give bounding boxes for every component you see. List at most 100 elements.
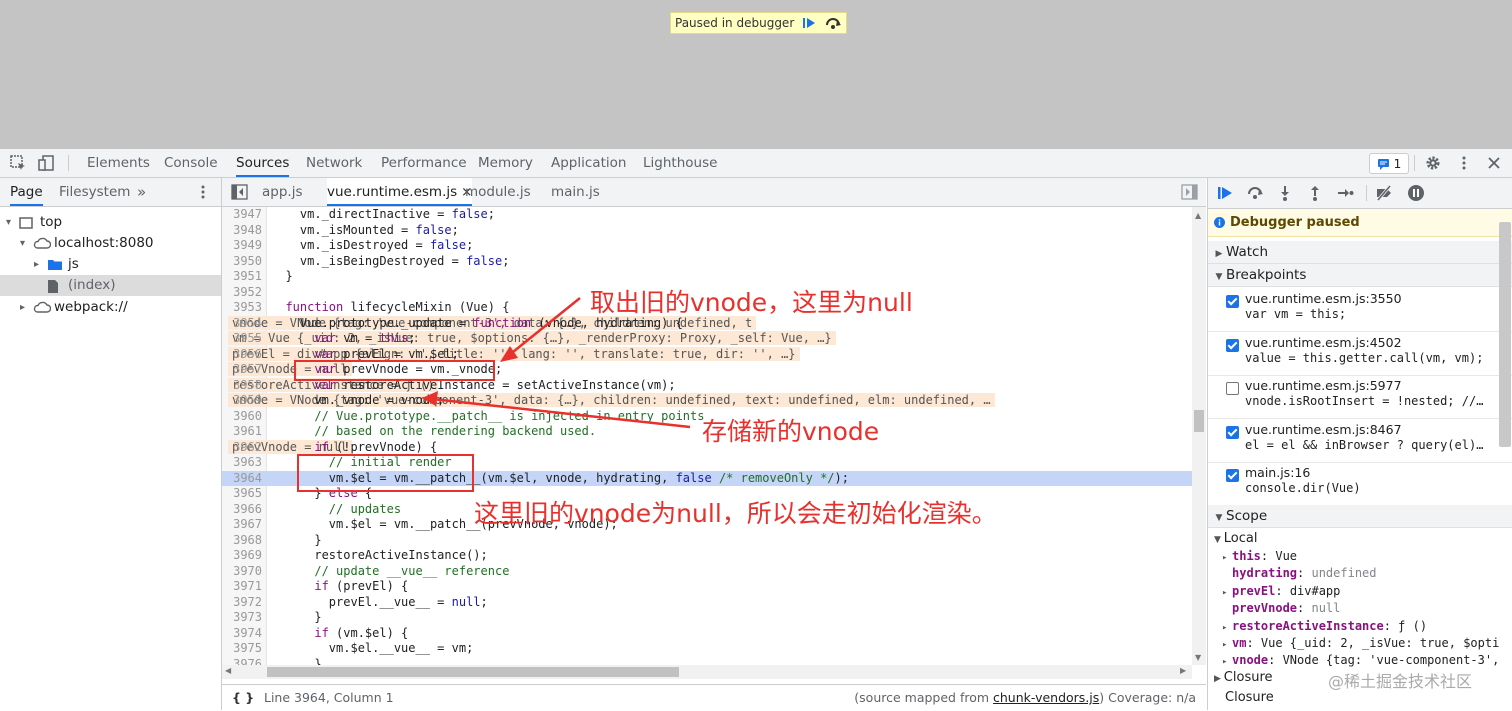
settings-gear-icon[interactable] [1424, 154, 1442, 172]
scope-closure-header-2[interactable]: Closure [1225, 689, 1274, 706]
tree-arrow-icon[interactable]: ▸ [34, 254, 39, 275]
toggle-debugger-icon[interactable] [1181, 184, 1198, 200]
tab-console[interactable]: Console [164, 149, 218, 177]
line-number[interactable]: 3954 [222, 316, 262, 332]
code-line[interactable]: 3971 if (prevEl) { [222, 579, 1192, 595]
pretty-print-icon[interactable]: { } [232, 685, 254, 711]
breakpoint-location[interactable]: vue.runtime.esm.js:3550 [1245, 291, 1402, 306]
code-line[interactable]: 3968 } [222, 533, 1192, 549]
tab-memory[interactable]: Memory [478, 149, 533, 177]
step-into-icon[interactable] [1276, 184, 1294, 202]
tree-arrow-icon[interactable]: ▾ [20, 233, 25, 254]
close-devtools-icon[interactable] [1485, 154, 1503, 172]
step-icon[interactable] [1336, 184, 1354, 202]
code-line[interactable]: 3969 restoreActiveInstance(); [222, 548, 1192, 564]
line-number[interactable]: 3963 [222, 455, 262, 471]
breakpoint-location[interactable]: main.js:16 [1245, 465, 1310, 480]
line-number[interactable]: 3953 [222, 300, 262, 316]
line-number[interactable]: 3969 [222, 548, 262, 564]
scroll-up-icon[interactable]: ▲ [1195, 211, 1201, 220]
breakpoint-location[interactable]: vue.runtime.esm.js:4502 [1245, 335, 1402, 350]
breakpoint-checkbox[interactable] [1226, 469, 1239, 482]
line-number[interactable]: 3974 [222, 626, 262, 642]
breakpoint-item[interactable]: main.js:16 console.dir(Vue) [1208, 462, 1512, 506]
line-number[interactable]: 3964 [222, 471, 262, 487]
scroll-right-icon[interactable]: ▶ [1180, 666, 1186, 675]
editor-tab-vue-runtime-esm-js[interactable]: vue.runtime.esm.js × [327, 178, 473, 206]
breakpoint-checkbox[interactable] [1226, 425, 1239, 439]
tab-elements[interactable]: Elements [87, 149, 150, 177]
breakpoint-item[interactable]: vue.runtime.esm.js:4502 value = this.gett… [1208, 332, 1512, 376]
editor-tab-main-js[interactable]: main.js [551, 178, 600, 206]
resume-script-icon[interactable] [1216, 184, 1234, 202]
line-number[interactable]: 3951 [222, 269, 262, 285]
scroll-left-icon[interactable]: ◀ [225, 666, 231, 675]
line-number[interactable]: 3950 [222, 254, 262, 270]
issues-badge[interactable]: 1 [1369, 153, 1409, 174]
line-number[interactable]: 3960 [222, 409, 262, 425]
tab-sources[interactable]: Sources [236, 149, 290, 177]
line-number[interactable]: 3973 [222, 610, 262, 626]
line-number[interactable]: 3961 [222, 424, 262, 440]
code-line[interactable]: 3975 vm.$el.__vue__ = vm; [222, 641, 1192, 657]
breakpoint-location[interactable]: vue.runtime.esm.js:5977 [1245, 378, 1402, 393]
tree-item-index[interactable]: (index) [0, 275, 221, 296]
code-line[interactable]: 3955 var vm = this; vm = Vue {_uid: 2, _i… [222, 331, 1192, 347]
line-number[interactable]: 3958 [222, 378, 262, 394]
tab-lighthouse[interactable]: Lighthouse [643, 149, 717, 177]
watch-section-header[interactable]: ▶ Watch [1208, 241, 1512, 264]
code-line[interactable]: 3974 if (vm.$el) { [222, 626, 1192, 642]
inspect-element-icon[interactable] [9, 154, 27, 172]
breakpoint-item[interactable]: vue.runtime.esm.js:8467 el = el && inBrow… [1208, 419, 1512, 463]
scope-var-hydrating[interactable]: hydrating: undefined [1222, 565, 1377, 582]
code-line[interactable]: 3948 vm._isMounted = false; [222, 223, 1192, 239]
tree-item-localhost-8080[interactable]: ▾ localhost:8080 [0, 233, 221, 254]
scope-closure-header[interactable]: ▶ Closure [1214, 669, 1273, 686]
line-number[interactable]: 3949 [222, 238, 262, 254]
editor-tab-module-js[interactable]: module.js [465, 178, 531, 206]
tab-application[interactable]: Application [551, 149, 626, 177]
code-line[interactable]: 3970 // update __vue__ reference [222, 564, 1192, 580]
tab-performance[interactable]: Performance [381, 149, 467, 177]
line-number[interactable]: 3957 [222, 362, 262, 378]
code-line[interactable]: 3976 } [222, 657, 1192, 666]
navigator-menu-icon[interactable] [196, 184, 210, 200]
step-over-icon[interactable] [824, 16, 842, 30]
tree-item-webpack[interactable]: ▸ webpack:// [0, 297, 221, 318]
scope-var-restoreactiveinstance[interactable]: ▸ restoreActiveInstance: ƒ () [1222, 618, 1427, 635]
scope-var-vm[interactable]: ▸ vm: Vue {_uid: 2, _isVue: true, $opti [1222, 635, 1499, 652]
breakpoint-checkbox[interactable] [1226, 382, 1239, 395]
device-toolbar-icon[interactable] [37, 154, 55, 172]
line-number[interactable]: 3956 [222, 347, 262, 363]
line-number[interactable]: 3970 [222, 564, 262, 580]
line-number[interactable]: 3962 [222, 440, 262, 456]
tree-arrow-icon[interactable]: ▾ [6, 212, 11, 233]
code-line[interactable]: 3947 vm._directInactive = false; [222, 207, 1192, 223]
kebab-menu-icon[interactable] [1455, 154, 1473, 172]
tab-network[interactable]: Network [306, 149, 362, 177]
line-number[interactable]: 3955 [222, 331, 262, 347]
line-number[interactable]: 3972 [222, 595, 262, 611]
horizontal-scroll-thumb[interactable] [267, 667, 679, 677]
tab-filesystem[interactable]: Filesystem [59, 178, 130, 206]
vertical-scroll-thumb[interactable] [1194, 410, 1204, 432]
step-out-icon[interactable] [1306, 184, 1324, 202]
breakpoint-item[interactable]: vue.runtime.esm.js:3550 var vm = this; [1208, 288, 1512, 332]
editor-tab-app-js[interactable]: app.js [262, 178, 303, 206]
tab-page[interactable]: Page [10, 178, 43, 206]
scroll-down-icon[interactable]: ▼ [1195, 653, 1201, 662]
line-number[interactable]: 3975 [222, 641, 262, 657]
scope-var-vnode[interactable]: ▸ vnode: VNode {tag: 'vue-component-3', [1222, 652, 1499, 669]
line-number[interactable]: 3968 [222, 533, 262, 549]
line-number[interactable]: 3966 [222, 502, 262, 518]
sidebar-scroll-thumb[interactable] [1499, 222, 1511, 447]
scope-var-prevvnode[interactable]: prevVnode: null [1222, 600, 1340, 617]
tree-arrow-icon[interactable]: ▸ [20, 297, 25, 318]
tree-item-top[interactable]: ▾ top [0, 212, 221, 233]
code-line[interactable]: 3973 } [222, 610, 1192, 626]
scope-var-this[interactable]: ▸ this: Vue [1222, 548, 1297, 565]
line-number[interactable]: 3947 [222, 207, 262, 223]
breakpoint-checkbox[interactable] [1226, 338, 1239, 352]
scope-section-header[interactable]: ▼ Scope [1208, 505, 1512, 528]
line-number[interactable]: 3976 [222, 657, 262, 666]
